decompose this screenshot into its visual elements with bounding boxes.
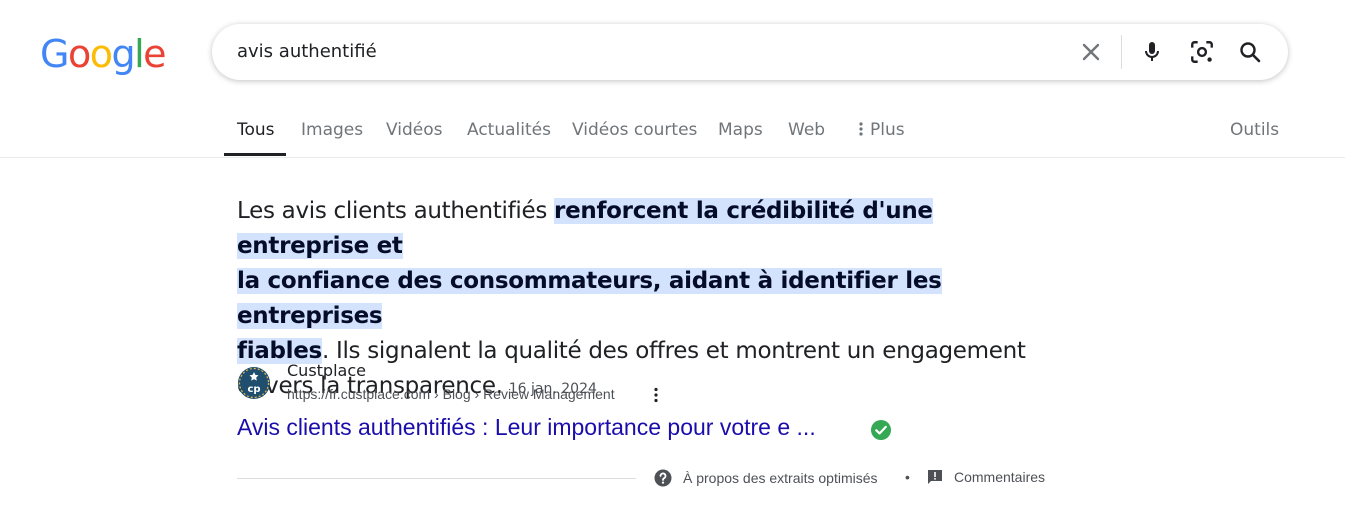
active-tab-indicator — [224, 153, 286, 156]
tab-web[interactable]: Web — [788, 120, 825, 140]
lens-search-button[interactable] — [1186, 36, 1218, 68]
site-name[interactable]: Custplace — [287, 361, 366, 380]
help-icon — [654, 469, 672, 487]
tab-tous[interactable]: Tous — [237, 120, 275, 140]
custplace-favicon[interactable]: cp — [237, 366, 271, 400]
search-input[interactable]: avis authentifié — [237, 24, 377, 80]
snippet-text: . Ils signalent la qualité des offres et… — [321, 338, 1026, 364]
footer-separator: • — [905, 469, 910, 485]
search-results-page: Google avis authentifié Tous Images Vidé… — [0, 0, 1345, 510]
about-label: À propos des extraits optimisés — [683, 470, 878, 486]
snippet-footer-divider — [237, 478, 636, 479]
result-title-link[interactable]: Avis clients authentifiés : Leur importa… — [237, 414, 816, 441]
logo-letter: o — [67, 32, 91, 76]
mic-icon — [1145, 42, 1159, 61]
lens-icon — [1191, 41, 1213, 63]
voice-search-button[interactable] — [1136, 36, 1168, 68]
more-vert-icon — [654, 387, 658, 403]
google-logo[interactable]: Google — [40, 30, 167, 78]
clear-button[interactable] — [1075, 36, 1107, 68]
site-url[interactable]: https://fr.custplace.com › Blog › Review… — [287, 386, 615, 402]
tab-maps[interactable]: Maps — [718, 120, 763, 140]
tools-button[interactable]: Outils — [1230, 120, 1279, 140]
logo-letter: o — [89, 32, 113, 76]
search-button[interactable] — [1234, 36, 1266, 68]
logo-letter: g — [111, 32, 135, 76]
close-icon — [1082, 43, 1100, 61]
feedback-icon — [928, 470, 942, 484]
more-vert-icon — [859, 122, 863, 136]
feedback-link[interactable]: Commentaires — [927, 469, 1045, 485]
result-options-button[interactable] — [648, 385, 664, 405]
tab-videos-courtes[interactable]: Vidéos courtes — [572, 120, 697, 140]
tab-plus-label: Plus — [870, 120, 905, 140]
about-featured-snippets-link[interactable]: À propos des extraits optimisés — [654, 469, 878, 487]
tab-images[interactable]: Images — [301, 120, 363, 140]
tab-actualites[interactable]: Actualités — [467, 120, 551, 140]
tabs-divider — [0, 157, 1345, 158]
snippet-highlight: la confiance des consommateurs, aidant à… — [237, 268, 942, 329]
feedback-label: Commentaires — [954, 469, 1046, 485]
verified-check-icon — [871, 420, 891, 440]
search-box[interactable]: avis authentifié — [212, 24, 1288, 80]
logo-letter: l — [134, 32, 145, 76]
favicon-text: cp — [247, 384, 260, 395]
search-icon — [1240, 42, 1261, 63]
logo-letter: G — [40, 32, 69, 76]
tab-plus[interactable]: Plus — [858, 120, 905, 140]
search-tabs: Tous Images Vidéos Actualités Vidéos cou… — [0, 100, 1345, 158]
logo-letter: e — [143, 32, 166, 76]
snippet-intro: Les avis clients authentifiés — [237, 198, 555, 224]
tab-videos[interactable]: Vidéos — [386, 120, 443, 140]
searchbox-divider — [1121, 35, 1122, 69]
